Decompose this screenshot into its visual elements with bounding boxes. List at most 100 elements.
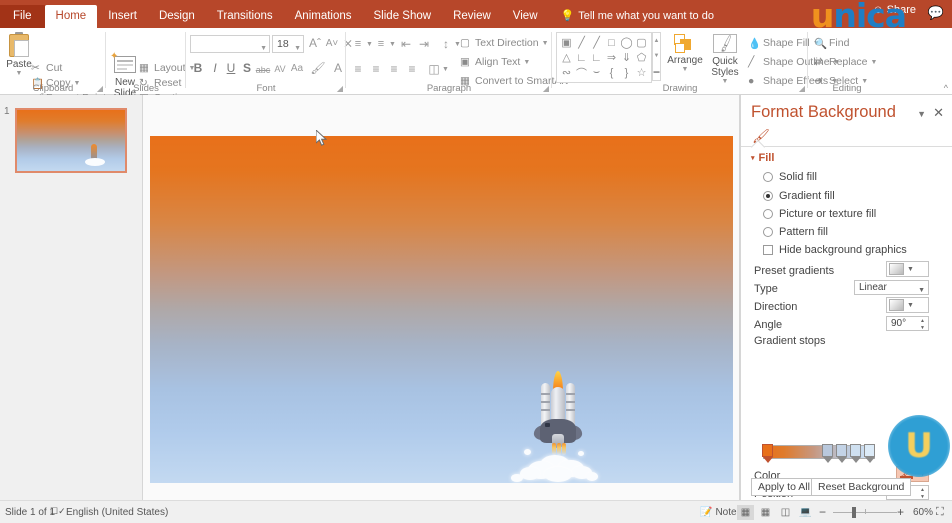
cut-button[interactable]: ✂ Cut: [31, 62, 62, 74]
gradient-stop-2[interactable]: [822, 444, 833, 464]
tab-transitions[interactable]: Transitions: [206, 5, 284, 28]
checkbox-hide-bg-box[interactable]: [763, 245, 773, 255]
pane-options-caret-icon[interactable]: ▼: [917, 109, 926, 119]
shape-line2-icon[interactable]: ╱: [589, 35, 604, 50]
gradient-stops-bar[interactable]: [763, 445, 875, 459]
strikethrough-button[interactable]: abc: [255, 62, 271, 78]
zoom-slider-knob[interactable]: [852, 507, 856, 518]
space-shuttle-graphic[interactable]: [532, 371, 584, 483]
shapes-gallery[interactable]: ▣ ╱ ╱ □ ◯ ▢ △ ∟ ∟ ⇒ ⇓ ⬠ ∾ ⌒ ⌣ { } ☆: [556, 32, 652, 83]
font-dialog-launcher[interactable]: ◢: [337, 84, 343, 93]
shape-right-brace-icon[interactable]: }: [619, 65, 634, 80]
angle-input[interactable]: 90° ▲▼: [886, 316, 929, 331]
shapes-scroll-down-icon[interactable]: ▼: [654, 53, 660, 59]
gradient-stop-5[interactable]: [864, 444, 875, 464]
arrange-button[interactable]: Arrange ▼: [665, 34, 705, 73]
view-slide-show-button[interactable]: 💻: [797, 505, 814, 520]
shapes-gallery-scroll[interactable]: ▲ ▼ ▬: [652, 32, 661, 81]
line-spacing-button[interactable]: ↕: [438, 36, 454, 52]
pane-close-icon[interactable]: ✕: [933, 105, 944, 121]
slide-canvas[interactable]: [150, 136, 733, 483]
shape-elbow-icon[interactable]: ∟: [574, 50, 589, 65]
shapes-scroll-up-icon[interactable]: ▲: [654, 38, 660, 44]
clipboard-dialog-launcher[interactable]: ◢: [97, 84, 103, 93]
type-select[interactable]: Linear ▼: [854, 280, 929, 295]
italic-button[interactable]: I: [207, 60, 223, 76]
bold-button[interactable]: B: [190, 60, 206, 76]
comments-icon[interactable]: 💬: [928, 5, 944, 21]
decrease-indent-button[interactable]: ⇤: [398, 36, 414, 52]
shape-right-arrow-icon[interactable]: ⇒: [604, 50, 619, 65]
zoom-in-button[interactable]: +: [897, 505, 904, 519]
paragraph-dialog-launcher[interactable]: ◢: [543, 84, 549, 93]
justify-button[interactable]: ≡: [404, 61, 420, 77]
tab-view[interactable]: View: [502, 5, 549, 28]
slide-thumbnail-1[interactable]: [16, 109, 126, 172]
shrink-font-button[interactable]: A˅: [324, 36, 340, 52]
shape-freeform-icon[interactable]: ∾: [559, 65, 574, 80]
shape-triangle-icon[interactable]: △: [559, 50, 574, 65]
gradient-stop-4[interactable]: [850, 444, 861, 464]
find-button[interactable]: 🔍 Find: [814, 37, 849, 49]
replace-button[interactable]: ⇄ Replace ▼: [814, 56, 877, 68]
drawing-dialog-launcher[interactable]: ◢: [799, 84, 805, 93]
option-gradient-fill[interactable]: Gradient fill: [763, 190, 835, 202]
bullets-button[interactable]: ≡: [350, 36, 366, 52]
reset-background-button[interactable]: Reset Background: [811, 478, 911, 496]
option-picture-fill[interactable]: Picture or texture fill: [763, 208, 876, 220]
tab-review[interactable]: Review: [442, 5, 502, 28]
quick-styles-button[interactable]: 🖌 Quick Styles ▼: [707, 34, 743, 85]
text-highlight-color-button[interactable]: 🖌: [310, 60, 326, 76]
fit-to-window-icon[interactable]: ⛶: [936, 506, 944, 519]
direction-picker[interactable]: ▼: [886, 297, 929, 313]
text-direction-button[interactable]: ▢ Text Direction ▼: [460, 37, 549, 49]
option-pattern-fill[interactable]: Pattern fill: [763, 226, 828, 238]
align-left-button[interactable]: ≡: [350, 61, 366, 77]
language-label[interactable]: English (United States): [66, 507, 168, 518]
option-solid-fill[interactable]: Solid fill: [763, 171, 817, 183]
tab-file[interactable]: File: [0, 5, 45, 28]
tab-home[interactable]: Home: [45, 5, 98, 28]
checkbox-hide-background-graphics[interactable]: Hide background graphics: [763, 244, 907, 256]
collapse-ribbon-icon[interactable]: ^: [944, 83, 948, 93]
text-shadow-button[interactable]: S: [239, 60, 255, 76]
character-spacing-button[interactable]: AV: [272, 61, 288, 77]
apply-to-all-button[interactable]: Apply to All: [751, 478, 817, 496]
shape-curve-icon[interactable]: ⌣: [589, 65, 604, 80]
shapes-more-icon[interactable]: ▬: [654, 69, 660, 75]
font-name-input[interactable]: ▼: [190, 35, 270, 53]
shape-rounded-rect-icon[interactable]: ▢: [634, 35, 649, 50]
gradient-stop-3[interactable]: [836, 444, 847, 464]
change-case-button[interactable]: Aa: [289, 61, 305, 77]
shape-textbox-icon[interactable]: ▣: [559, 35, 574, 50]
spellcheck-icon[interactable]: ☐✓: [50, 506, 66, 517]
position-spinner[interactable]: ▲▼: [918, 487, 927, 500]
numbering-button[interactable]: ≡: [373, 36, 389, 52]
shape-rectangle-icon[interactable]: □: [604, 35, 619, 50]
underline-button[interactable]: U: [223, 60, 239, 76]
zoom-out-button[interactable]: −: [819, 505, 826, 519]
columns-button[interactable]: ◫: [426, 61, 442, 77]
align-text-button[interactable]: ▣ Align Text ▼: [460, 56, 530, 68]
view-normal-button[interactable]: ▦: [737, 505, 754, 520]
radio-picture-fill[interactable]: [763, 209, 773, 219]
shape-arc-icon[interactable]: ⌒: [574, 65, 589, 80]
tell-me-box[interactable]: 💡 Tell me what you want to do: [561, 5, 714, 28]
angle-spinner[interactable]: ▲▼: [918, 318, 927, 331]
align-right-button[interactable]: ≡: [386, 61, 402, 77]
tab-design[interactable]: Design: [148, 5, 206, 28]
align-center-button[interactable]: ≡: [368, 61, 384, 77]
radio-pattern-fill[interactable]: [763, 227, 773, 237]
shape-pentagon-icon[interactable]: ⬠: [634, 50, 649, 65]
fill-section-header[interactable]: ▾ Fill: [751, 152, 774, 164]
tab-insert[interactable]: Insert: [97, 5, 148, 28]
view-slide-sorter-button[interactable]: ▦: [757, 505, 774, 520]
font-color-button[interactable]: A: [330, 60, 346, 76]
shape-down-arrow-icon[interactable]: ⇓: [619, 50, 634, 65]
shape-oval-icon[interactable]: ◯: [619, 35, 634, 50]
shape-star-icon[interactable]: ☆: [634, 65, 649, 80]
radio-solid-fill[interactable]: [763, 172, 773, 182]
font-size-input[interactable]: 18 ▼: [272, 35, 304, 53]
tab-animations[interactable]: Animations: [284, 5, 363, 28]
gradient-stop-1[interactable]: [762, 444, 773, 464]
